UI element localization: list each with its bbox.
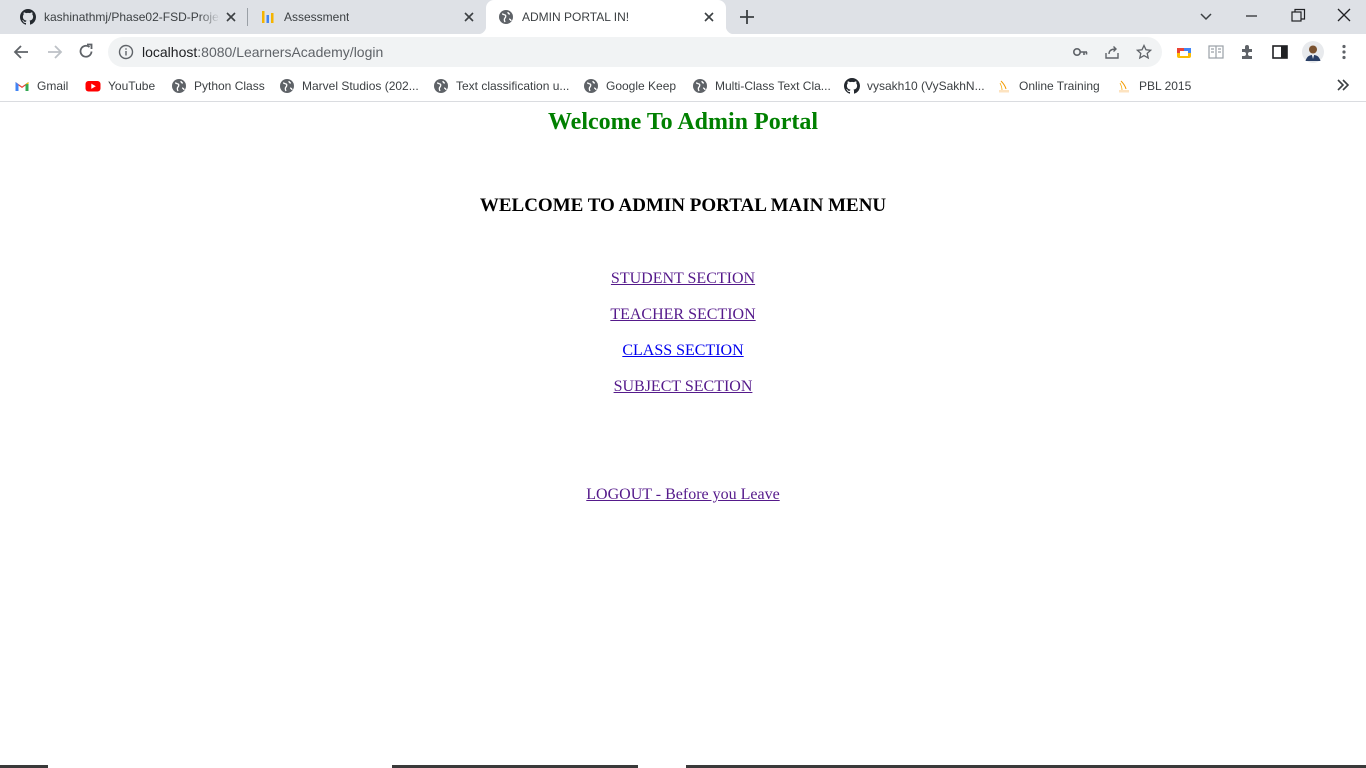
tab-strip: kashinathmj/Phase02-FSD-Project Assessme… (0, 0, 1366, 34)
url-host: localhost (142, 44, 198, 60)
share-icon[interactable] (1104, 44, 1120, 60)
reload-icon[interactable] (76, 42, 96, 62)
bookmark-gmail[interactable]: Gmail (14, 76, 68, 96)
logout-link[interactable]: LOGOUT - Before you Leave (586, 486, 779, 503)
bookmark-star-icon[interactable] (1136, 44, 1152, 60)
github-icon (844, 78, 860, 94)
reading-list-icon[interactable] (1206, 42, 1226, 62)
bookmark-label: Gmail (37, 79, 69, 93)
bookmark-marvel-studios[interactable]: Marvel Studios (202... (279, 76, 419, 96)
tab-title: Assessment (284, 10, 350, 24)
tab-search-icon[interactable] (1196, 6, 1216, 26)
bookmark-label: PBL 2015 (1139, 79, 1192, 93)
restore-icon[interactable] (1288, 6, 1308, 26)
bar-chart-icon (262, 11, 274, 23)
forward-icon[interactable] (44, 42, 64, 62)
bookmark-python-class[interactable]: Python Class (171, 76, 265, 96)
address-bar[interactable]: localhost:8080/LearnersAcademy/login (108, 37, 1162, 67)
logout-item: LOGOUT - Before you Leave (0, 486, 1366, 504)
bookmark-pbl-2015[interactable]: PBL 2015 (1116, 76, 1191, 96)
extensions-icon[interactable] (1238, 42, 1258, 62)
globe-icon (172, 79, 186, 93)
teacher-section-link[interactable]: TEACHER SECTION (610, 306, 755, 323)
globe-icon (434, 79, 448, 93)
bookmark-label: Marvel Studios (202... (302, 79, 419, 93)
class-section-item: CLASS SECTION (0, 342, 1366, 360)
back-icon[interactable] (12, 42, 32, 62)
bookmarks-bar: Gmail YouTube Python Class Marvel Studio… (0, 70, 1366, 102)
globe-icon (280, 79, 294, 93)
gmail-icon (15, 82, 29, 91)
tab-title: kashinathmj/Phase02-FSD-Project (44, 10, 220, 24)
class-section-link[interactable]: CLASS SECTION (622, 342, 743, 359)
bookmark-label: Google Keep (606, 79, 677, 93)
url-text: localhost:8080/LearnersAcademy/login (142, 44, 383, 60)
info-icon[interactable] (118, 44, 134, 60)
main-menu-heading: WELCOME TO ADMIN PORTAL MAIN MENU (479, 195, 887, 216)
url-path: :8080/LearnersAcademy/login (197, 44, 384, 60)
globe-icon (499, 10, 513, 24)
side-panel-icon[interactable] (1270, 42, 1290, 62)
tab-title: ADMIN PORTAL IN! (522, 10, 630, 24)
student-section-link[interactable]: STUDENT SECTION (611, 270, 755, 287)
close-icon[interactable] (462, 10, 476, 24)
pbl-icon (1119, 80, 1129, 93)
subject-section-item: SUBJECT SECTION (0, 378, 1366, 396)
browser-toolbar: localhost:8080/LearnersAcademy/login (0, 34, 1366, 70)
subject-section-link[interactable]: SUBJECT SECTION (614, 378, 753, 395)
bookmark-label: Online Training (1019, 79, 1100, 93)
key-icon[interactable] (1072, 44, 1088, 60)
avatar[interactable] (1302, 41, 1324, 63)
minimize-icon[interactable] (1242, 6, 1262, 26)
new-tab-icon[interactable] (738, 8, 756, 26)
bookmark-label: YouTube (108, 79, 156, 93)
close-icon[interactable] (224, 10, 238, 24)
pbl-icon (999, 80, 1009, 93)
bookmark-google-keep[interactable]: Google Keep (583, 76, 676, 96)
bookmark-vysakh10[interactable]: vysakh10 (VySakhN... (844, 76, 985, 96)
bookmark-multi-class-text[interactable]: Multi-Class Text Cla... (692, 76, 831, 96)
bookmark-text-classification[interactable]: Text classification u... (433, 76, 569, 96)
teacher-section-item: TEACHER SECTION (0, 306, 1366, 324)
bookmark-youtube[interactable]: YouTube (85, 76, 155, 96)
tab-admin-portal[interactable]: ADMIN PORTAL IN! (478, 0, 734, 34)
bookmark-online-training[interactable]: Online Training (996, 76, 1100, 96)
bookmark-label: Multi-Class Text Cla... (715, 79, 831, 93)
tab-assessment[interactable]: Assessment (248, 0, 486, 34)
youtube-icon (85, 81, 101, 92)
tab-github-project[interactable]: kashinathmj/Phase02-FSD-Project (8, 0, 246, 34)
globe-icon (584, 79, 598, 93)
chevron-double-right-icon[interactable] (1334, 76, 1352, 94)
menu-kebab-icon[interactable] (1334, 42, 1354, 62)
google-lens-icon[interactable] (1174, 42, 1194, 62)
page-content: Welcome To Admin Portal WELCOME TO ADMIN… (0, 103, 1366, 768)
github-icon (20, 9, 36, 25)
page-title: Welcome To Admin Portal (548, 109, 818, 135)
bookmark-label: Text classification u... (456, 79, 570, 93)
student-section-item: STUDENT SECTION (0, 270, 1366, 288)
window-close-icon[interactable] (1334, 6, 1354, 26)
bookmark-label: vysakh10 (VySakhN... (867, 79, 985, 93)
globe-icon (693, 79, 707, 93)
close-icon[interactable] (702, 10, 716, 24)
bookmark-label: Python Class (194, 79, 265, 93)
